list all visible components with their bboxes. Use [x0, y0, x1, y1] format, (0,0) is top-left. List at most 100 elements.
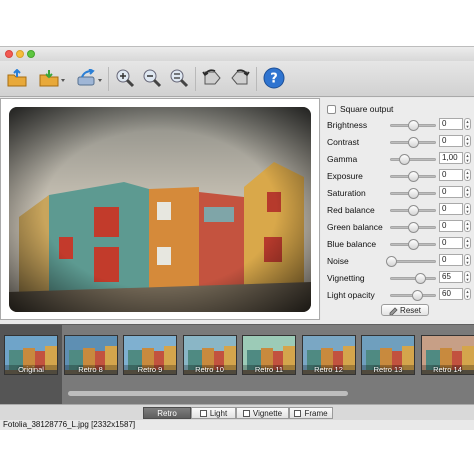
- vignetting-row: Vignetting 65 ▲ ▼: [327, 271, 472, 285]
- noise-stepper[interactable]: ▲ ▼: [464, 254, 471, 266]
- blue-balance-slider[interactable]: [390, 239, 436, 250]
- vignetting-slider-knob[interactable]: [414, 273, 426, 284]
- gamma-slider[interactable]: [390, 154, 436, 165]
- green-balance-stepper[interactable]: ▲ ▼: [464, 220, 471, 232]
- preset-strip: Original Retro 8 Retro 9 Retro 10 Retro 11 Re…: [0, 324, 474, 405]
- preset-original[interactable]: Original: [4, 335, 58, 375]
- exposure-slider-knob[interactable]: [408, 171, 419, 182]
- preset-retro-14[interactable]: Retro 14: [420, 335, 474, 375]
- share-button[interactable]: [75, 67, 105, 89]
- green-balance-label: Green balance: [327, 222, 383, 232]
- open-button[interactable]: [5, 67, 29, 89]
- blue-balance-value-field[interactable]: 0: [439, 237, 463, 249]
- square-output-row[interactable]: Square output: [327, 103, 393, 115]
- preset-label: Retro 8: [64, 365, 117, 374]
- square-output-checkbox[interactable]: [327, 104, 336, 114]
- red-balance-label: Red balance: [327, 205, 375, 215]
- exposure-value-field[interactable]: 0: [439, 169, 463, 181]
- preset-label: Retro 14: [421, 365, 474, 374]
- square-output-label: Square output: [340, 104, 394, 114]
- gamma-slider-knob[interactable]: [399, 154, 411, 165]
- brightness-slider-knob[interactable]: [408, 120, 419, 131]
- contrast-value-field[interactable]: 0: [439, 135, 463, 147]
- reset-button[interactable]: Reset: [381, 304, 429, 316]
- brightness-stepper[interactable]: ▲ ▼: [464, 118, 471, 130]
- zoom-in-button[interactable]: [113, 67, 137, 89]
- contrast-label: Contrast: [327, 137, 360, 147]
- red-balance-row: Red balance 0 ▲ ▼: [327, 203, 472, 217]
- zoom-fit-button[interactable]: [167, 67, 191, 89]
- exposure-slider[interactable]: [390, 171, 436, 182]
- gamma-stepper[interactable]: ▲ ▼: [464, 152, 471, 164]
- red-balance-value-field[interactable]: 0: [439, 203, 463, 215]
- zoom-out-button[interactable]: [140, 67, 164, 89]
- preset-retro-9[interactable]: Retro 9: [123, 335, 177, 375]
- effect-tabs: Retro Light Vignette Frame: [0, 404, 474, 420]
- preset-label: Retro 12: [302, 365, 355, 374]
- zoom-button[interactable]: [27, 50, 35, 58]
- green-balance-row: Green balance 0 ▲ ▼: [327, 220, 472, 234]
- adjustments-panel: Square output Brightness 0 ▲ ▼ Contrast 0 ▲ ▼ Ga…: [321, 98, 474, 320]
- vignetting-value-field[interactable]: 65: [439, 271, 463, 283]
- photo: [9, 107, 311, 312]
- preset-label: Retro 13: [362, 365, 414, 374]
- noise-slider[interactable]: [386, 256, 436, 267]
- gamma-value-field[interactable]: 1,00: [439, 152, 463, 164]
- preset-scrollbar[interactable]: [68, 391, 348, 396]
- save-button[interactable]: [37, 67, 67, 89]
- tab-light[interactable]: Light: [191, 407, 236, 419]
- green-balance-slider[interactable]: [390, 222, 436, 233]
- blue-balance-slider-knob[interactable]: [408, 239, 419, 250]
- red-balance-stepper[interactable]: ▲ ▼: [464, 203, 471, 215]
- brightness-value-field[interactable]: 0: [439, 118, 463, 130]
- contrast-slider-knob[interactable]: [408, 137, 419, 148]
- contrast-stepper[interactable]: ▲ ▼: [464, 135, 471, 147]
- help-button[interactable]: ?: [262, 67, 286, 89]
- light-opacity-stepper[interactable]: ▲ ▼: [464, 288, 471, 300]
- tab-vignette[interactable]: Vignette: [236, 407, 289, 419]
- contrast-row: Contrast 0 ▲ ▼: [327, 135, 472, 149]
- saturation-stepper[interactable]: ▲ ▼: [464, 186, 471, 198]
- noise-value-field[interactable]: 0: [439, 254, 463, 266]
- vignetting-stepper[interactable]: ▲ ▼: [464, 271, 471, 283]
- exposure-stepper[interactable]: ▲ ▼: [464, 169, 471, 181]
- red-balance-slider-knob[interactable]: [408, 205, 419, 216]
- saturation-value-field[interactable]: 0: [439, 186, 463, 198]
- preset-retro-13[interactable]: Retro 13: [361, 335, 415, 375]
- brightness-slider[interactable]: [390, 120, 436, 131]
- preset-label: Retro 9: [124, 365, 176, 374]
- light-icon: [199, 409, 207, 417]
- rotate-right-icon: [231, 69, 250, 85]
- contrast-slider[interactable]: [390, 137, 436, 148]
- image-preview[interactable]: [0, 98, 320, 320]
- minimize-button[interactable]: [16, 50, 24, 58]
- light-opacity-slider[interactable]: [390, 290, 436, 301]
- light-opacity-value-field[interactable]: 60: [439, 288, 463, 300]
- saturation-slider[interactable]: [390, 188, 436, 199]
- green-balance-slider-knob[interactable]: [408, 222, 419, 233]
- noise-slider-knob[interactable]: [386, 256, 397, 267]
- app-window: ? Square output Brightness 0 ▲ ▼ Contras…: [0, 46, 474, 430]
- preset-retro-12[interactable]: Retro 12: [301, 335, 356, 375]
- tab-frame[interactable]: Frame: [289, 407, 333, 419]
- rotate-left-button[interactable]: [200, 67, 224, 89]
- red-balance-slider[interactable]: [390, 205, 436, 216]
- preset-retro-8[interactable]: Retro 8: [63, 335, 118, 375]
- preset-retro-10[interactable]: Retro 10: [182, 335, 237, 375]
- vignetting-slider[interactable]: [390, 273, 436, 284]
- blue-balance-stepper[interactable]: ▲ ▼: [464, 237, 471, 249]
- saturation-slider-knob[interactable]: [408, 188, 419, 199]
- close-button[interactable]: [5, 50, 13, 58]
- exposure-row: Exposure 0 ▲ ▼: [327, 169, 472, 183]
- rotate-right-button[interactable]: [228, 67, 252, 89]
- tab-retro[interactable]: Retro: [143, 407, 191, 419]
- frame-icon: [294, 409, 302, 417]
- gamma-row: Gamma 1,00 ▲ ▼: [327, 152, 472, 166]
- green-balance-value-field[interactable]: 0: [439, 220, 463, 232]
- preset-retro-11[interactable]: Retro 11: [242, 335, 296, 375]
- light-opacity-slider-knob[interactable]: [412, 290, 424, 301]
- rotate-left-icon: [202, 69, 221, 85]
- blue-balance-row: Blue balance 0 ▲ ▼: [327, 237, 472, 251]
- light-opacity-label: Light opacity: [327, 290, 375, 300]
- saturation-label: Saturation: [327, 188, 366, 198]
